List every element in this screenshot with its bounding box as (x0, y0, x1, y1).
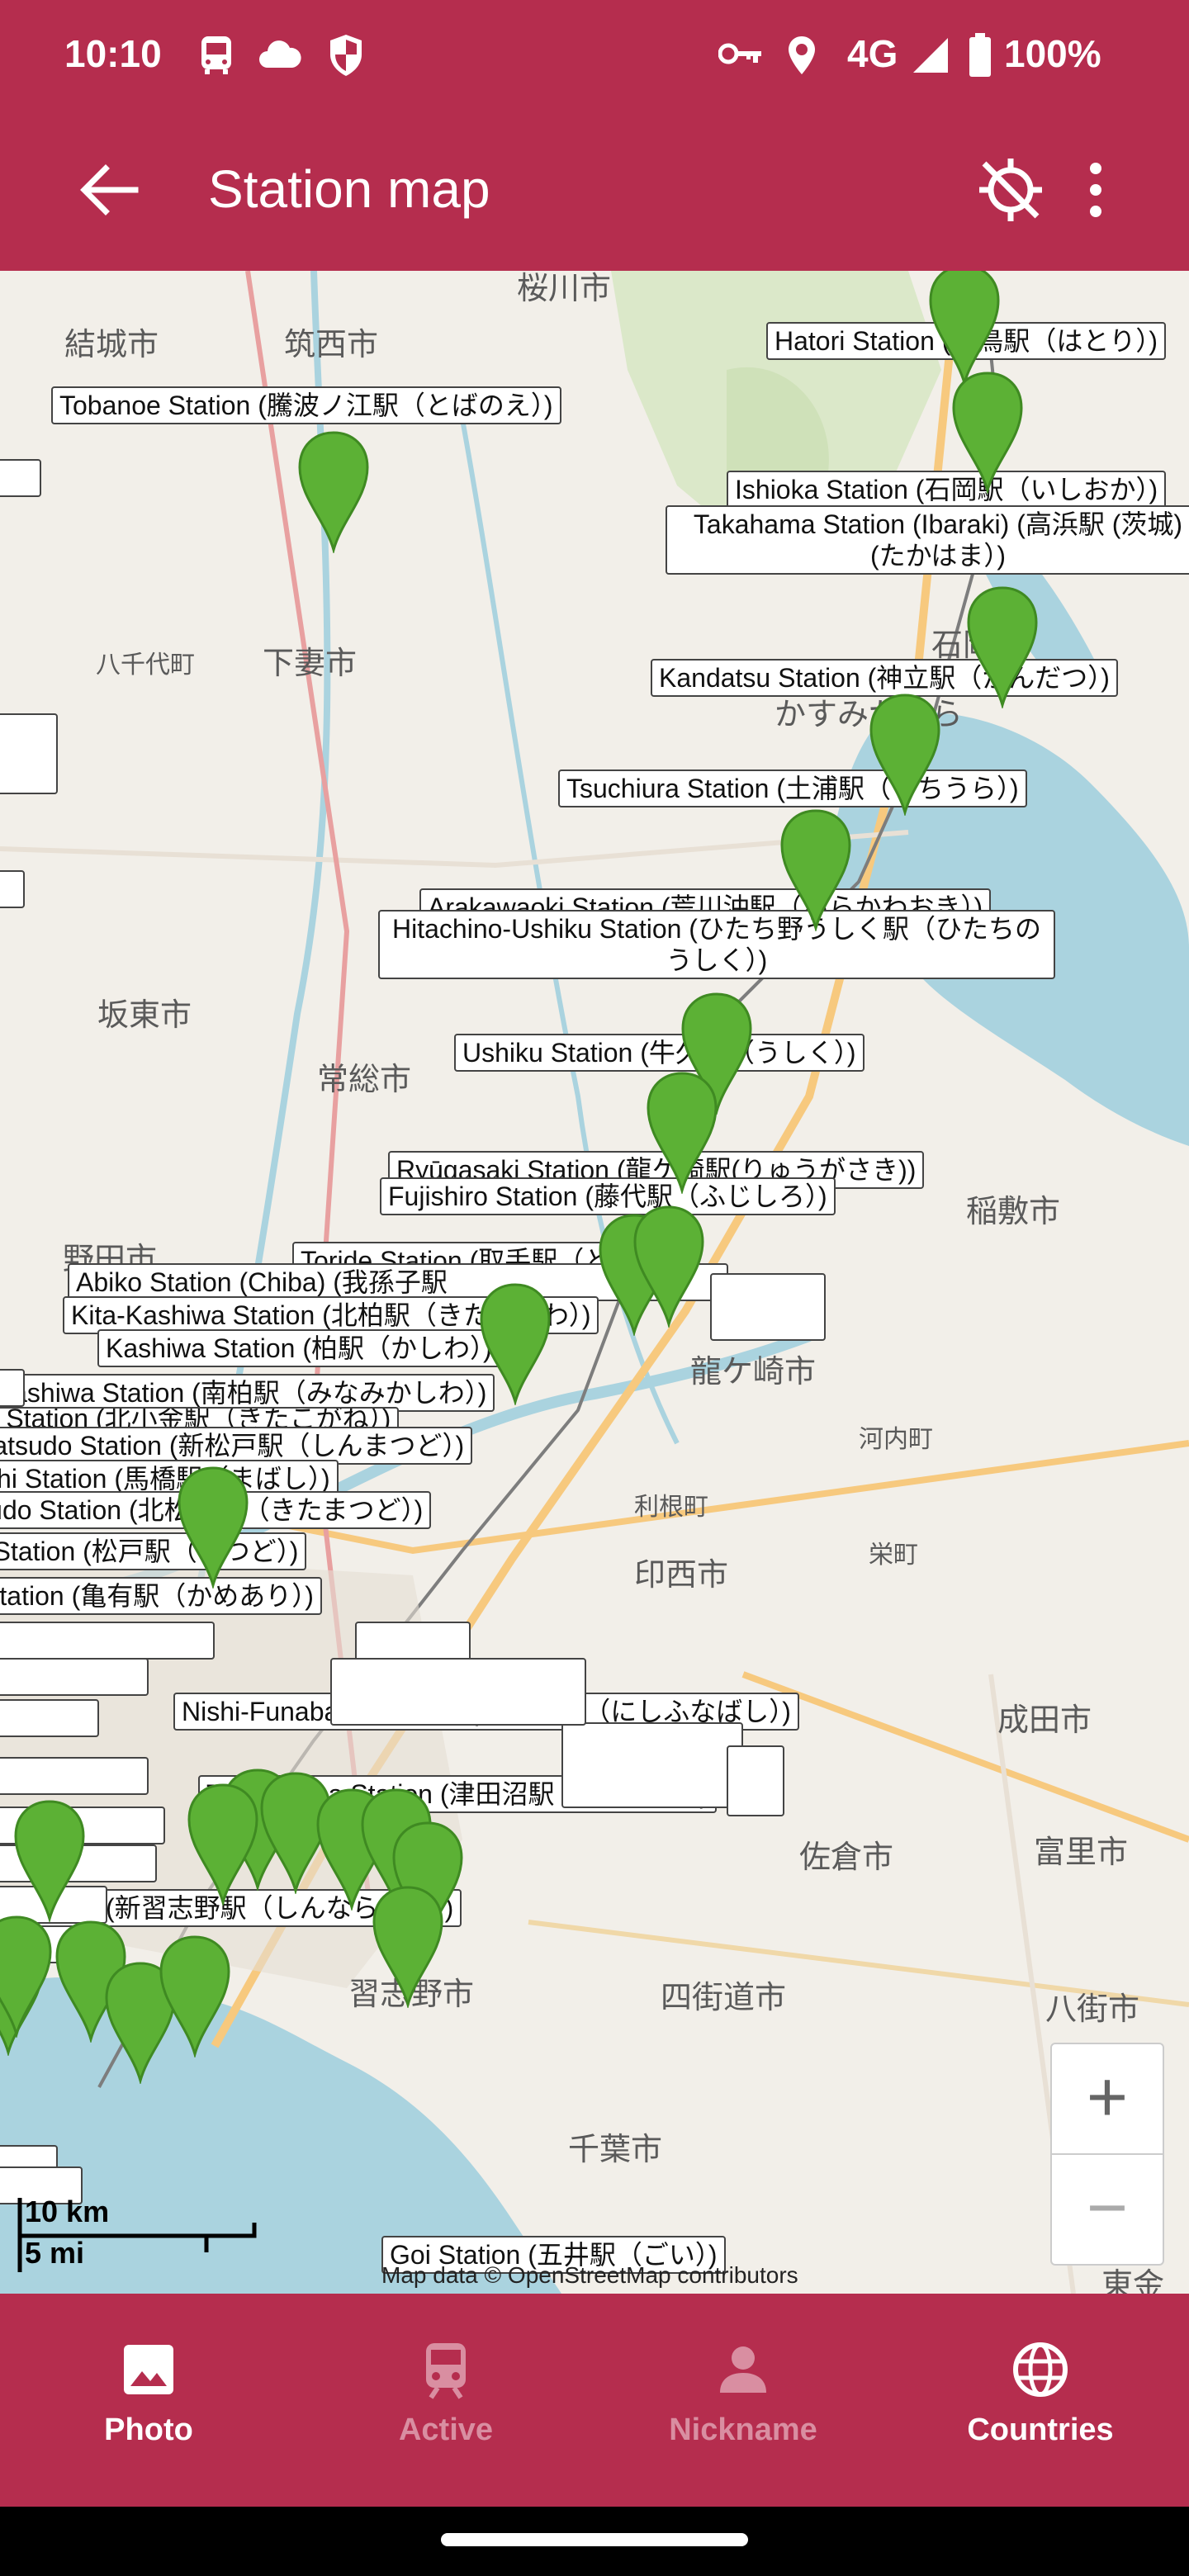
nav-photo[interactable]: Photo (0, 2294, 297, 2507)
place-label: 栄町 (869, 1541, 918, 1569)
person-icon (720, 2346, 766, 2393)
label-cluster-box (0, 1369, 25, 1407)
station-label[interactable]: Takahama Station (Ibaraki) (高浜駅 (茨城) (たか… (666, 505, 1189, 575)
label-cluster-box (561, 1722, 743, 1808)
place-label: 常総市 (317, 1063, 412, 1097)
place-label: 筑西市 (284, 328, 379, 362)
label-cluster-box (0, 1658, 149, 1696)
label-cluster-box (330, 1658, 586, 1726)
station-pin-icon[interactable] (158, 1934, 232, 2057)
station-map[interactable]: 桜川市 結城市 筑西市 八千代町 下妻市 かすみがうら 石岡 坂東市 常総市 野… (0, 271, 1189, 2294)
gps-off-icon[interactable] (976, 155, 1045, 225)
station-pin-icon[interactable] (296, 429, 371, 553)
status-bar: 10:10 4G 100% (0, 0, 1189, 109)
zoom-in-button[interactable]: + (1052, 2044, 1163, 2155)
battery-percent: 100% (1004, 32, 1101, 75)
label-cluster-box (0, 459, 41, 497)
station-pin-icon[interactable] (645, 1070, 719, 1194)
place-label: 富里市 (1034, 1835, 1129, 1870)
globe-icon (1013, 2342, 1068, 2397)
station-pin-icon[interactable] (176, 1465, 250, 1589)
station-pin-icon[interactable] (779, 807, 853, 931)
label-cluster-box (0, 713, 58, 794)
page-title: Station map (208, 159, 490, 219)
place-label: 四街道市 (661, 1981, 787, 2015)
station-label[interactable]: Ishioka Station (石岡駅（いしおか）) (727, 471, 1167, 509)
zoom-out-button[interactable]: − (1052, 2155, 1163, 2264)
battery-icon (969, 33, 991, 77)
map-attribution: Map data © OpenStreetMap contributors (381, 2262, 798, 2288)
station-pin-icon[interactable] (632, 1204, 706, 1328)
shield-icon (330, 35, 362, 76)
place-label: 河内町 (859, 1426, 933, 1453)
station-label[interactable]: Ushiku Station (牛久駅（うしく）) (454, 1034, 865, 1072)
label-cluster-box (0, 1699, 99, 1737)
station-label[interactable]: Hitachino-Ushiku Station (ひたち野うしく駅（ひたちのう… (378, 910, 1055, 979)
bus-icon (201, 36, 231, 74)
label-cluster-box (0, 1622, 215, 1660)
station-pin-icon[interactable] (186, 1782, 260, 1906)
app-bar: Station map (0, 109, 1189, 271)
bottom-navigation: Photo Active Nickname Countries (0, 2294, 1189, 2507)
place-label: 印西市 (634, 1558, 729, 1593)
place-label: 佐倉市 (799, 1840, 894, 1875)
train-icon (426, 2343, 466, 2399)
back-arrow-icon[interactable] (78, 163, 140, 216)
station-pin-icon[interactable] (927, 271, 1002, 386)
label-cluster-box (0, 870, 25, 908)
place-label: 千葉市 (568, 2133, 663, 2167)
station-pin-icon[interactable] (478, 1281, 552, 1405)
station-label[interactable]: Fujishiro Station (藤代駅（ふじしろ）) (380, 1177, 836, 1215)
nav-nickname[interactable]: Nickname (594, 2294, 892, 2507)
place-label: 桜川市 (517, 272, 612, 306)
zoom-controls: + − (1050, 2043, 1164, 2266)
place-label: 利根町 (634, 1494, 708, 1521)
nav-countries[interactable]: Countries (892, 2294, 1189, 2507)
place-label: 下妻市 (263, 646, 358, 681)
signal-icon (913, 38, 948, 73)
station-pin-icon[interactable] (965, 585, 1040, 708)
place-label: 龍ケ崎市 (690, 1355, 817, 1390)
place-label: 八街市 (1045, 1992, 1140, 2027)
station-label[interactable]: Tsuchiura Station (土浦駅（つちうら）) (558, 769, 1027, 807)
station-label[interactable]: Matsudo Station (松戸駅（まつど）) (0, 1532, 307, 1570)
scale-lines (17, 2198, 257, 2272)
network-type: 4G (847, 32, 898, 75)
place-label: 成田市 (997, 1703, 1092, 1738)
label-cluster-box (710, 1273, 826, 1341)
place-label: 八千代町 (96, 651, 195, 679)
status-time: 10:10 (64, 32, 162, 75)
place-label: 稲敷市 (966, 1195, 1061, 1229)
cloud-icon (259, 40, 301, 68)
station-label[interactable]: Kashiwa Station (柏駅（かしわ）) (97, 1329, 500, 1367)
station-pin-icon[interactable] (950, 370, 1025, 494)
more-options-icon[interactable] (1083, 160, 1108, 220)
system-navigation-bar (0, 2507, 1189, 2576)
place-label: 結城市 (64, 328, 159, 362)
station-pin-icon[interactable] (371, 1884, 445, 2008)
station-label[interactable]: Tobanoe Station (騰波ノ江駅（とばのえ）) (51, 386, 561, 424)
home-gesture-handle[interactable] (441, 2533, 748, 2546)
scale-bar: 10 km 5 mi (15, 2195, 263, 2277)
station-pin-icon[interactable] (12, 1798, 87, 1922)
key-icon (718, 43, 761, 64)
station-pin-icon[interactable] (868, 692, 942, 816)
nav-active-label: Active (398, 2413, 494, 2447)
nav-nickname-label: Nickname (669, 2413, 817, 2447)
place-label: 坂東市 (97, 998, 192, 1033)
station-label[interactable]: Kameari Station (亀有駅（かめあり）) (0, 1577, 322, 1615)
station-pin-icon[interactable] (0, 1914, 54, 2038)
nav-photo-label: Photo (104, 2413, 193, 2447)
label-cluster-box (0, 1757, 149, 1795)
nav-active[interactable]: Active (297, 2294, 594, 2507)
image-icon (124, 2345, 173, 2394)
nav-countries-label: Countries (967, 2413, 1114, 2447)
location-icon (789, 36, 815, 74)
label-cluster-box (727, 1745, 784, 1816)
